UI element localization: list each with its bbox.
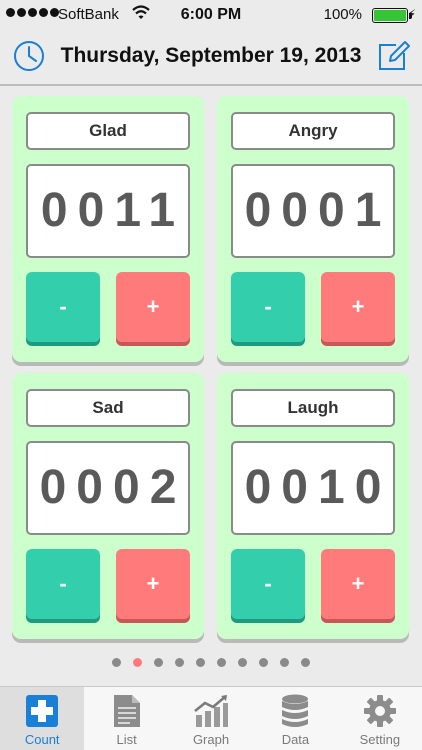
- battery-icon: [372, 8, 412, 23]
- counter-value: 0011: [26, 164, 190, 258]
- page-dot[interactable]: [112, 658, 121, 667]
- increment-button[interactable]: +: [321, 549, 395, 619]
- counter-card-sad: Sad 0002 - +: [12, 373, 204, 639]
- edit-icon[interactable]: [376, 39, 410, 73]
- increment-button[interactable]: +: [116, 549, 190, 619]
- decrement-button[interactable]: -: [231, 272, 305, 342]
- tab-label: Data: [281, 732, 310, 747]
- counter-label[interactable]: Angry: [231, 112, 395, 150]
- tab-count[interactable]: Count: [0, 687, 85, 750]
- page-dot[interactable]: [217, 658, 226, 667]
- counter-value: 0001: [231, 164, 395, 258]
- count-plus-icon: [26, 695, 59, 727]
- page-dot[interactable]: [301, 658, 310, 667]
- tab-list[interactable]: List: [84, 687, 168, 750]
- counter-label[interactable]: Laugh: [231, 389, 395, 427]
- page-dot[interactable]: [154, 658, 163, 667]
- battery-percentage: 100%: [323, 6, 362, 23]
- counter-value: 0010: [231, 441, 395, 535]
- page-dot[interactable]: [259, 658, 268, 667]
- decrement-button[interactable]: -: [26, 549, 100, 619]
- database-icon: [282, 694, 309, 727]
- increment-button[interactable]: +: [321, 272, 395, 342]
- counter-card-angry: Angry 0001 - +: [217, 96, 409, 362]
- decrement-button[interactable]: -: [231, 549, 305, 619]
- page-dot[interactable]: [280, 658, 289, 667]
- counter-value: 0002: [26, 441, 190, 535]
- tab-label: Count: [24, 732, 60, 747]
- charging-icon: ⚡: [407, 7, 416, 21]
- list-document-icon: [113, 695, 140, 727]
- date-title[interactable]: Thursday, September 19, 2013: [0, 44, 422, 68]
- gear-icon: [363, 695, 396, 727]
- increment-button[interactable]: +: [116, 272, 190, 342]
- tab-setting[interactable]: Setting: [338, 687, 422, 750]
- counter-label[interactable]: Glad: [26, 112, 190, 150]
- counter-card-laugh: Laugh 0010 - +: [217, 373, 409, 639]
- tab-label: Setting: [359, 732, 401, 747]
- counter-card-glad: Glad 0011 - +: [12, 96, 204, 362]
- counter-label[interactable]: Sad: [26, 389, 190, 427]
- page-dot-active[interactable]: [133, 658, 142, 667]
- graph-chart-icon: [194, 695, 229, 727]
- tab-label: List: [116, 732, 137, 747]
- decrement-button[interactable]: -: [26, 272, 100, 342]
- tab-graph[interactable]: Graph: [169, 687, 253, 750]
- page-dot[interactable]: [175, 658, 184, 667]
- page-dot[interactable]: [238, 658, 247, 667]
- tab-label: Graph: [192, 732, 230, 747]
- tab-data[interactable]: Data: [253, 687, 337, 750]
- status-bar: SoftBank 6:00 PM 100% ⚡: [0, 0, 422, 30]
- page-indicator[interactable]: [0, 658, 422, 667]
- header: Thursday, September 19, 2013: [0, 30, 422, 86]
- page-dot[interactable]: [196, 658, 205, 667]
- tab-bar: Count List Graph Data Setting: [0, 686, 422, 750]
